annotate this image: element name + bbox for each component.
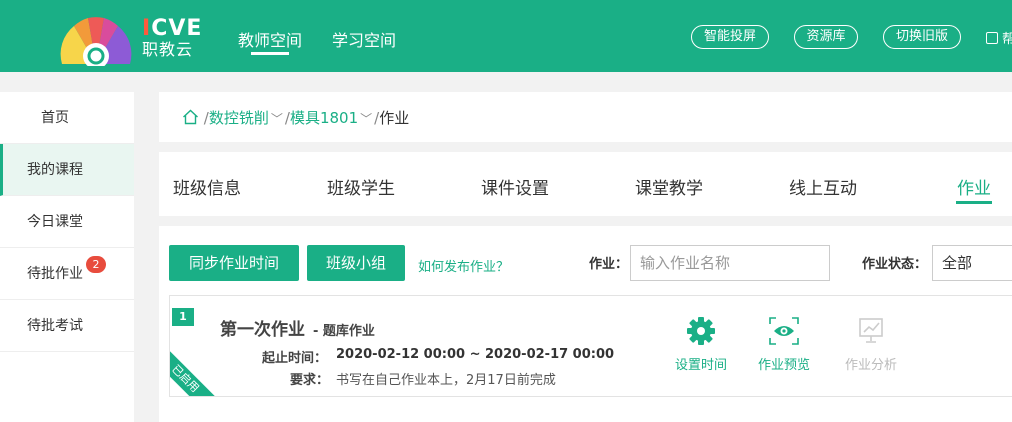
sidebar-item-label: 今日课堂 — [27, 214, 83, 230]
sidebar-item-pending-exams[interactable]: 待批考试 — [0, 300, 134, 352]
class-group-button[interactable]: 班级小组 — [307, 245, 405, 281]
tab-class-info[interactable]: 班级信息 — [173, 174, 241, 199]
chevron-down-icon[interactable]: ﹀ — [271, 112, 283, 126]
gear-icon — [687, 317, 715, 345]
homework-panel: 同步作业时间 班级小组 如何发布作业？ 作业： 输入作业名称 作业状态： 全部 … — [159, 226, 1012, 422]
set-time-action[interactable]: 设置时间 — [666, 316, 736, 373]
homework-card: 1 已启用 第一次作业 - 题库作业 起止时间： 2020-02-12 00:0… — [169, 295, 1012, 397]
chevron-down-icon[interactable]: ﹀ — [360, 112, 372, 126]
preview-label: 作业预览 — [757, 358, 810, 373]
set-time-label: 设置时间 — [674, 358, 727, 373]
logo-en: ICVE — [142, 16, 203, 41]
pending-count-badge: 2 — [86, 256, 106, 273]
breadcrumb-inner: /数控铣削 ﹀/模具1801 ﹀/作业 — [182, 107, 409, 128]
logo-cn: 职教云 — [142, 40, 194, 59]
enabled-ribbon: 已启用 — [170, 340, 224, 396]
requirement-value: 书写在自己作业本上，2月17日前完成 — [336, 373, 556, 388]
homework-status-select[interactable]: 全部 — [932, 245, 1012, 281]
homework-title[interactable]: 第一次作业 — [220, 315, 305, 340]
breadcrumb: /数控铣削 ﹀/模具1801 ﹀/作业 — [159, 92, 1012, 142]
time-range-label: 起止时间： — [262, 351, 328, 366]
homework-name-label: 作业： — [589, 257, 629, 272]
sidebar-item-label: 首页 — [41, 110, 69, 126]
nav-study-space[interactable]: 学习空间 — [332, 27, 396, 51]
home-icon[interactable] — [182, 109, 199, 125]
preview-action[interactable]: 作业预览 — [749, 316, 819, 373]
help-link[interactable]: 帮 — [986, 28, 1012, 47]
resource-library-button[interactable]: 资源库 — [794, 25, 858, 49]
analysis-label: 作业分析 — [844, 358, 897, 373]
sidebar-item-label: 我的课程 — [27, 162, 83, 178]
top-header: ICVE 职教云 教师空间 学习空间 智能投屏 资源库 切换旧版 帮 — [0, 0, 1012, 72]
sidebar-item-pending-homework[interactable]: 待批作业 2 — [0, 248, 134, 300]
help-icon — [986, 32, 998, 44]
chart-monitor-icon — [859, 318, 883, 343]
sidebar-item-today-class[interactable]: 今日课堂 — [0, 196, 134, 248]
sidebar-item-home[interactable]: 首页 — [0, 92, 134, 144]
sync-homework-time-button[interactable]: 同步作业时间 — [169, 245, 299, 281]
sidebar: 首页 我的课程 今日课堂 待批作业 2 待批考试 — [0, 92, 134, 422]
time-range-value: 2020-02-12 00:00 ~ 2020-02-17 00:00 — [336, 347, 615, 362]
breadcrumb-course[interactable]: 数控铣削 — [209, 109, 269, 127]
tab-active-underline — [956, 201, 992, 204]
breadcrumb-class[interactable]: 模具1801 — [290, 109, 358, 127]
tab-courseware-settings[interactable]: 课件设置 — [481, 174, 549, 199]
tab-classroom-teaching[interactable]: 课堂教学 — [635, 174, 703, 199]
switch-old-version-button[interactable]: 切换旧版 — [883, 25, 961, 49]
course-tabs: 班级信息 班级学生 课件设置 课堂教学 线上互动 作业 — [159, 152, 1012, 216]
breadcrumb-current: 作业 — [379, 109, 410, 127]
homework-index-badge: 1 — [172, 308, 194, 326]
how-to-publish-link[interactable]: 如何发布作业？ — [418, 256, 509, 275]
homework-name-input[interactable]: 输入作业名称 — [630, 245, 830, 281]
sidebar-item-label: 待批作业 — [27, 266, 83, 282]
nav-teacher-space[interactable]: 教师空间 — [238, 27, 302, 51]
logo[interactable]: ICVE 职教云 — [58, 14, 208, 66]
logo-fan-icon — [60, 17, 132, 66]
eye-icon — [769, 317, 799, 345]
sidebar-item-my-courses[interactable]: 我的课程 — [0, 144, 134, 196]
homework-status-label: 作业状态： — [862, 257, 928, 272]
nav-active-underline — [251, 52, 289, 55]
requirement-label: 要求： — [290, 373, 330, 388]
analysis-action[interactable]: 作业分析 — [836, 316, 906, 373]
tab-homework[interactable]: 作业 — [957, 174, 991, 199]
logo-text: ICVE 职教云 — [142, 18, 202, 60]
tab-class-students[interactable]: 班级学生 — [327, 174, 395, 199]
smart-cast-button[interactable]: 智能投屏 — [691, 25, 769, 49]
tab-online-interaction[interactable]: 线上互动 — [789, 174, 857, 199]
help-label: 帮 — [1002, 32, 1012, 47]
sidebar-item-label: 待批考试 — [27, 318, 83, 334]
homework-type: - 题库作业 — [313, 324, 375, 339]
